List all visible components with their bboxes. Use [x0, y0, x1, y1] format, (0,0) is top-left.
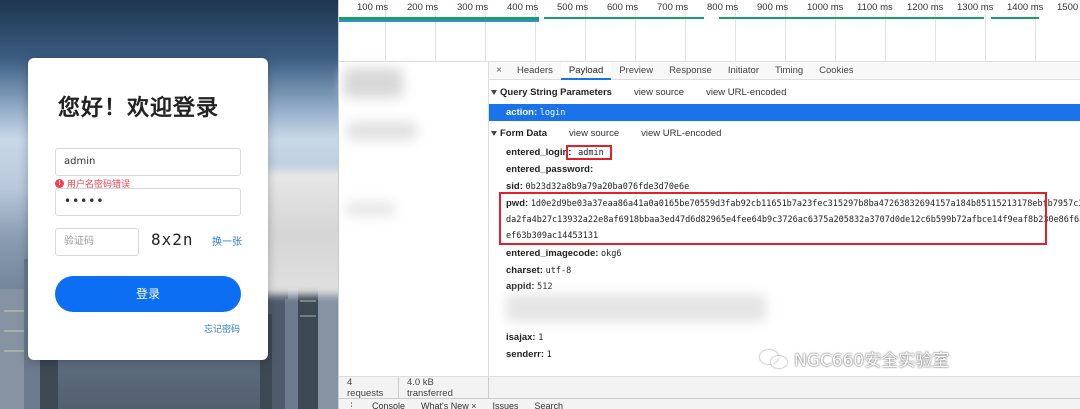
- request-detail-pane: × Headers Payload Preview Response Initi…: [489, 62, 1080, 376]
- param-senderr: senderr: 1: [506, 349, 552, 361]
- timeline-tick-label: 1500 m: [1057, 2, 1080, 13]
- close-icon[interactable]: ×: [489, 65, 509, 76]
- password-input[interactable]: •••••: [55, 188, 241, 216]
- drawer-menu-icon[interactable]: ⋮: [339, 399, 364, 409]
- refresh-captcha-link[interactable]: 换一张: [212, 233, 242, 248]
- timeline-bar-green-3: [719, 17, 984, 19]
- fd-view-url-encoded-link[interactable]: view URL-encoded: [641, 128, 721, 139]
- timeline-tick-label: 1400 ms: [1007, 2, 1044, 13]
- tab-initiator[interactable]: Initiator: [720, 62, 767, 80]
- login-button[interactable]: 登录: [55, 276, 241, 312]
- param-value: utf-8: [545, 266, 572, 276]
- blurred-request-list: [339, 62, 489, 376]
- param-isajax: isajax: 1: [506, 332, 543, 344]
- wechat-icon: [760, 348, 790, 370]
- qs-view-url-encoded-link[interactable]: view URL-encoded: [706, 87, 786, 98]
- forgot-password-link[interactable]: 忘记密码: [204, 322, 240, 335]
- timeline-bar-green-4: [991, 17, 1039, 19]
- devtools-panel: 100 ms 200 ms 300 ms 400 ms 500 ms 600 ms 700 …: [338, 0, 1080, 409]
- captcha-input[interactable]: 验证码: [55, 228, 139, 256]
- tab-timing[interactable]: Timing: [767, 62, 811, 80]
- timeline-tick-label: 800 ms: [707, 2, 739, 13]
- error-icon: !: [55, 178, 64, 188]
- param-key: sid:: [506, 181, 523, 192]
- network-status-bar: 4 requests 4.0 kB transferred: [339, 376, 1080, 399]
- timeline-tick-label: 1200 ms: [907, 2, 944, 13]
- captcha-image[interactable]: 8x2n: [151, 230, 194, 249]
- param-value: 1: [538, 333, 544, 343]
- collapse-triangle-icon[interactable]: [491, 89, 497, 95]
- query-string-title: Query String Parameters: [500, 87, 612, 98]
- network-timeline[interactable]: 100 ms 200 ms 300 ms 400 ms 500 ms 600 ms 700 …: [339, 0, 1080, 62]
- request-list[interactable]: [339, 62, 489, 376]
- param-key: action:: [506, 107, 538, 118]
- query-param-row[interactable]: action: login: [489, 104, 1080, 121]
- highlight-box-pwd: [499, 192, 1047, 245]
- request-count: 4 requests: [339, 377, 399, 399]
- timeline-tick-label: 300 ms: [457, 2, 489, 13]
- drawer-tab-console[interactable]: Console: [364, 399, 413, 409]
- form-data-title: Form Data: [500, 128, 547, 139]
- timeline-tick-label: 500 ms: [557, 2, 589, 13]
- param-entered-imagecode: entered_imagecode: okg6: [506, 248, 622, 260]
- welcome-title: 您好！欢迎登录: [58, 96, 220, 121]
- param-value: 512: [537, 282, 553, 292]
- qs-view-source-link[interactable]: view source: [634, 87, 684, 98]
- fd-view-source-link[interactable]: view source: [569, 128, 619, 139]
- watermark: NGC660安全实验室: [760, 346, 949, 371]
- param-entered-password: entered_password:: [506, 164, 593, 176]
- drawer-tab-search[interactable]: Search: [527, 399, 572, 409]
- timeline-tick-label: 1300 ms: [957, 2, 994, 13]
- watermark-text: NGC660安全实验室: [794, 351, 950, 371]
- collapse-triangle-icon[interactable]: [491, 130, 497, 136]
- param-key: entered_login:: [506, 147, 572, 158]
- drawer-tab-issues[interactable]: Issues: [485, 399, 527, 409]
- param-key: isajax:: [506, 332, 536, 343]
- param-key: senderr:: [506, 349, 545, 360]
- drawer-tab-whats-new[interactable]: What's New ×: [413, 399, 485, 409]
- timeline-bar-blue: [339, 20, 539, 22]
- param-value: 0b23d32a8b9a79a20ba076fde3d70e6e: [525, 182, 690, 192]
- blurred-params: [506, 292, 776, 326]
- param-key: entered_imagecode:: [506, 248, 599, 259]
- timeline-bar-green-2: [544, 17, 704, 19]
- timeline-tick-label: 1100 ms: [857, 2, 893, 13]
- tab-payload[interactable]: Payload: [560, 62, 612, 80]
- form-data-header[interactable]: Form Data view source view URL-encoded: [491, 128, 721, 139]
- transferred-size: 4.0 kB transferred: [399, 377, 489, 399]
- timeline-tick-label: 700 ms: [657, 2, 689, 13]
- param-value: 1: [546, 350, 552, 360]
- timeline-tick-label: 200 ms: [407, 2, 439, 13]
- highlight-box-login: [566, 145, 612, 160]
- tab-response[interactable]: Response: [661, 62, 720, 80]
- param-charset: charset: utf-8: [506, 265, 571, 277]
- timeline-tick-label: 900 ms: [757, 2, 789, 13]
- query-string-header[interactable]: Query String Parameters view source view…: [491, 87, 786, 98]
- timeline-tick-label: 400 ms: [507, 2, 539, 13]
- tab-headers[interactable]: Headers: [509, 62, 561, 80]
- login-card: 您好！欢迎登录 admin ! 用户名密码错误 ••••• 验证码 8x2n 换…: [28, 58, 268, 360]
- tab-cookies[interactable]: Cookies: [811, 62, 861, 80]
- param-value: okg6: [601, 249, 622, 259]
- param-key: appid:: [506, 281, 535, 292]
- drawer-tabs: ⋮ Console What's New × Issues Search: [339, 398, 1080, 409]
- tab-preview[interactable]: Preview: [611, 62, 661, 80]
- param-key: entered_password:: [506, 164, 594, 175]
- param-key: charset:: [506, 265, 543, 276]
- screenshot-root: 您好！欢迎登录 admin ! 用户名密码错误 ••••• 验证码 8x2n 换…: [0, 0, 1080, 409]
- param-value: login: [539, 108, 566, 118]
- username-input[interactable]: admin: [55, 148, 241, 176]
- timeline-tick-label: 1000 ms: [807, 2, 844, 13]
- detail-tabs: × Headers Payload Preview Response Initi…: [489, 62, 1080, 80]
- timeline-tick-label: 100 ms: [357, 2, 389, 13]
- timeline-tick-label: 600 ms: [607, 2, 639, 13]
